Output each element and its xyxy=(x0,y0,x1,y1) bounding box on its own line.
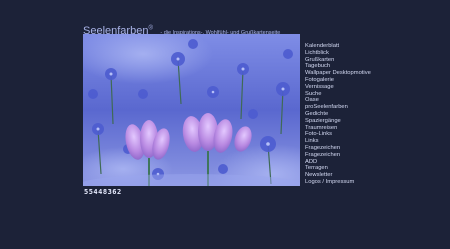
nav-item-traumreisen[interactable]: Traumreisen xyxy=(305,125,371,132)
nav-item-tagebuch[interactable]: Tagebuch xyxy=(305,63,371,70)
nav-item-fragezeichen-1[interactable]: Fragezeichen xyxy=(305,145,371,152)
nav-item-kalenderblatt[interactable]: Kalenderblatt xyxy=(305,43,371,50)
registered-mark: ® xyxy=(148,25,153,32)
nav-item-grusskarten[interactable]: Grußkarten xyxy=(305,57,371,64)
nav-item-add[interactable]: ADD xyxy=(305,159,371,166)
nav-item-newsletter[interactable]: Newsletter xyxy=(305,172,371,179)
nav-item-vernissage[interactable]: Vernissage xyxy=(305,84,371,91)
nav-item-suche[interactable]: Suche xyxy=(305,91,371,98)
nav-item-proseelenfarben[interactable]: proSeelenfarben xyxy=(305,104,371,111)
nav-item-oase[interactable]: Oase xyxy=(305,97,371,104)
nav-item-spaziergaenge[interactable]: Spaziergänge xyxy=(305,118,371,125)
nav-item-lichtblick[interactable]: Lichtblick xyxy=(305,50,371,57)
visitor-counter: 55448362 xyxy=(84,188,122,196)
nav-item-foto-links[interactable]: Foto-Links xyxy=(305,131,371,138)
nav-item-logos-impressum[interactable]: Logos / Impressum xyxy=(305,179,371,186)
flower-photo xyxy=(83,34,300,186)
nav-item-fragezeichen-2[interactable]: Fragezeichen xyxy=(305,152,371,159)
flower-photo-image xyxy=(83,34,300,186)
main-navigation: Kalenderblatt Lichtblick Grußkarten Tage… xyxy=(305,43,371,186)
nav-item-wallpaper[interactable]: Wallpaper Desktopmotive xyxy=(305,70,371,77)
nav-item-links[interactable]: Links xyxy=(305,138,371,145)
nav-item-terragen[interactable]: Terragen xyxy=(305,165,371,172)
nav-item-gedichte[interactable]: Gedichte xyxy=(305,111,371,118)
nav-item-fotogalerie[interactable]: Fotogalerie xyxy=(305,77,371,84)
